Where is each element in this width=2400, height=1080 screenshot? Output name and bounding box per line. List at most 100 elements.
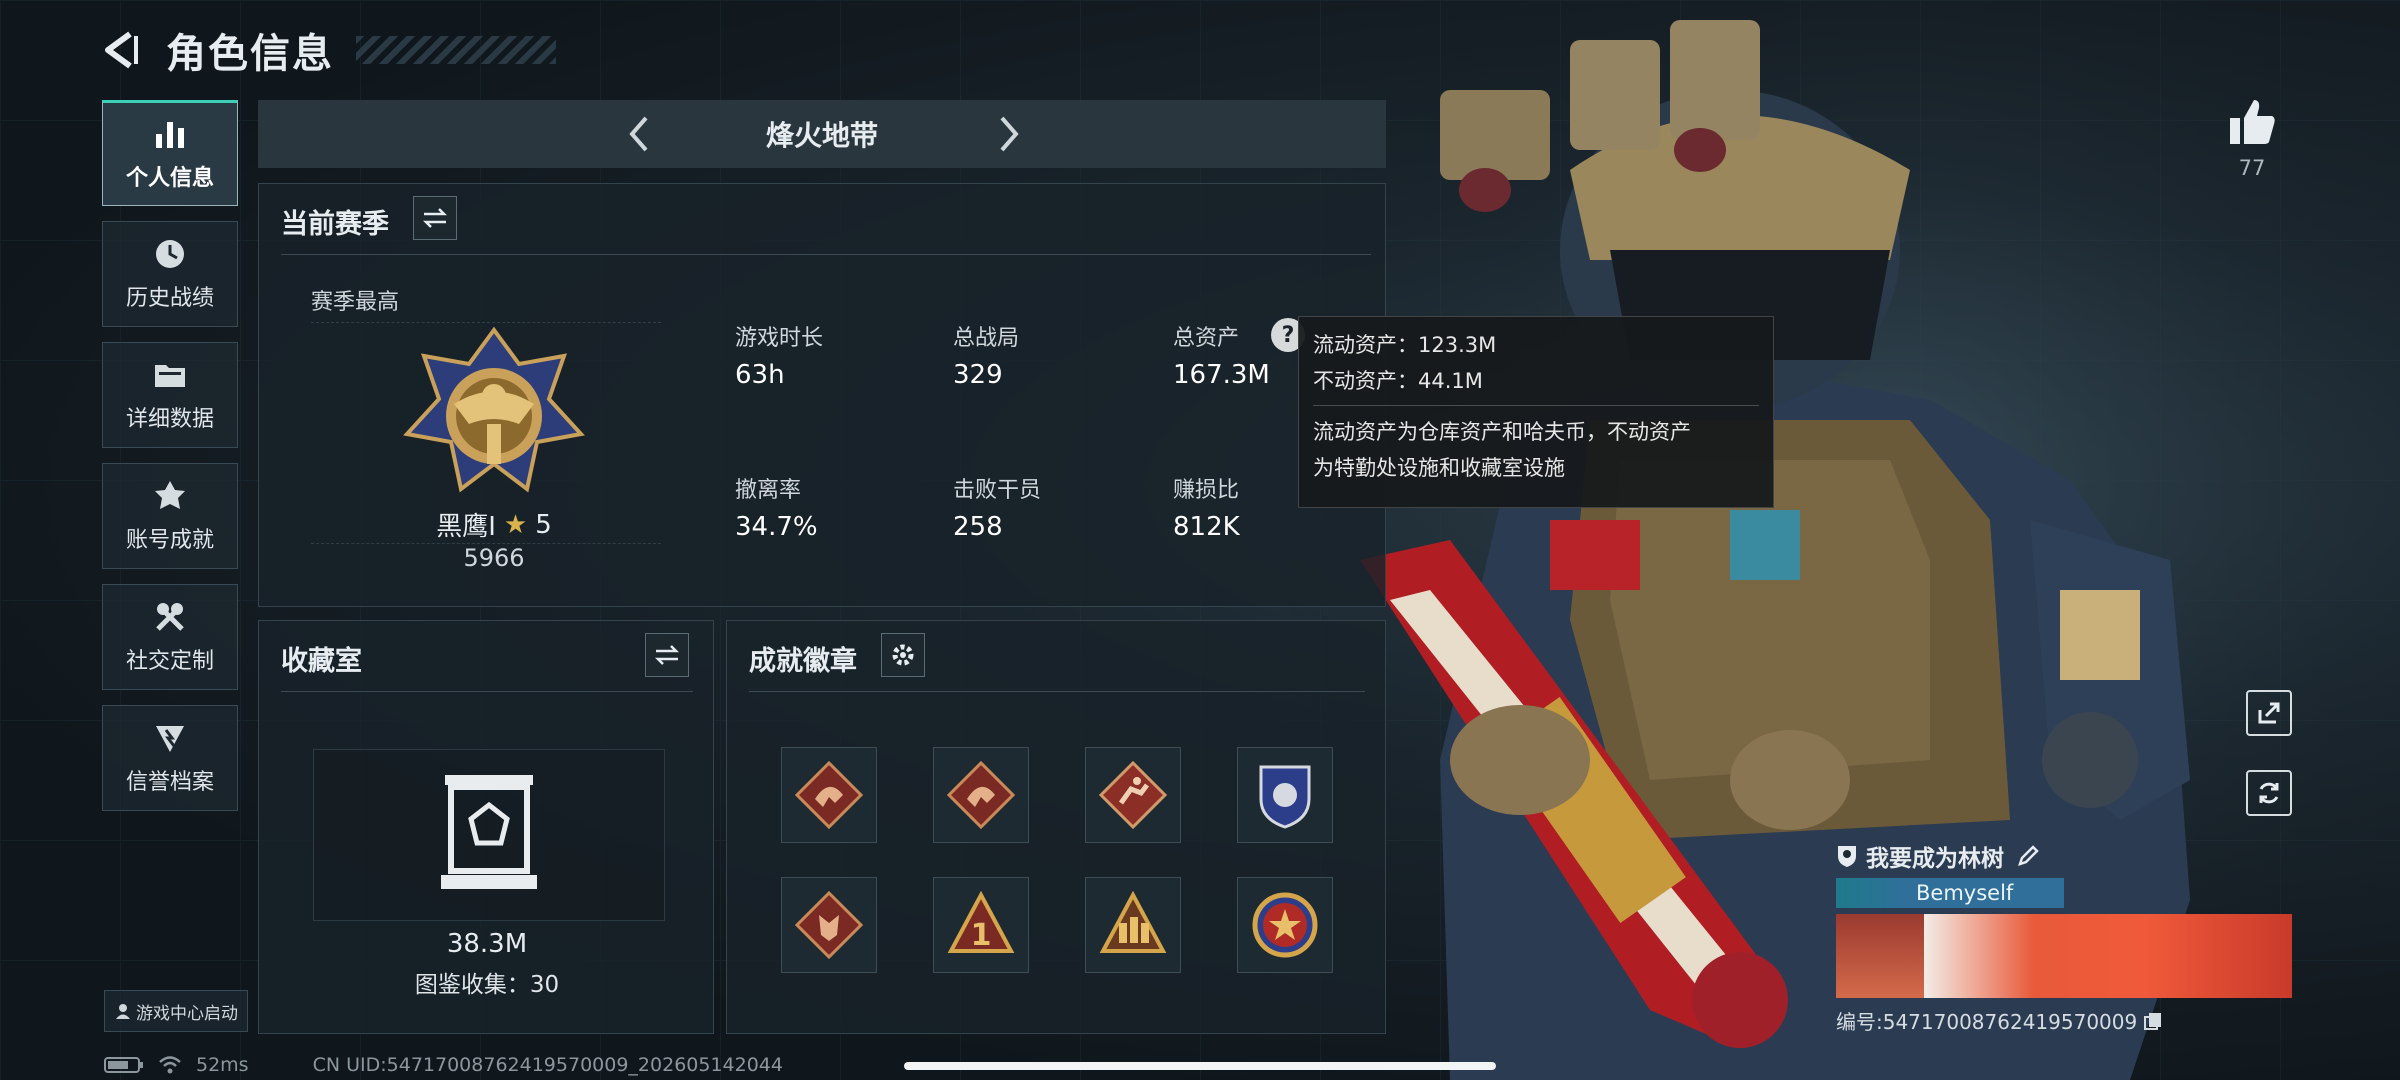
person-icon — [116, 1004, 130, 1019]
season-best-label: 赛季最高 — [311, 290, 400, 315]
dragon-badge-icon — [946, 760, 1016, 830]
nav-item-credit-file[interactable]: 信誉档案 — [102, 705, 238, 811]
squad-badge-icon — [1099, 890, 1167, 953]
stat-value: 329 — [953, 360, 1003, 390]
achievement-panel: 成就徽章 1 — [726, 620, 1386, 1034]
swap-season-button[interactable] — [413, 196, 457, 240]
section-title: 成就徽章 — [749, 646, 857, 677]
battery-icon — [104, 1057, 143, 1073]
share-button[interactable] — [2246, 690, 2292, 736]
chevron-right-icon[interactable] — [988, 114, 1028, 154]
copy-icon[interactable] — [2143, 1011, 2163, 1031]
mode-selector: 烽火地带 — [258, 100, 1386, 168]
achievement-badge[interactable] — [781, 877, 877, 973]
stat-label: 总战局 — [953, 326, 1020, 351]
game-center-button[interactable]: 游戏中心启动 — [104, 990, 248, 1032]
achievement-badge[interactable] — [1085, 877, 1181, 973]
rank-stars: 5 — [535, 509, 552, 540]
display-case-icon — [441, 775, 537, 889]
wifi-icon — [159, 1056, 181, 1074]
star-emblem-badge-icon — [1252, 892, 1318, 958]
svg-text:1: 1 — [971, 918, 992, 953]
nav-label: 账号成就 — [125, 528, 214, 553]
medal-icon — [155, 481, 185, 509]
player-card: 我要成为林树 Bemyself 编号:547170087624195700​09 — [1836, 838, 2292, 1038]
swap-arrows-icon — [654, 645, 680, 665]
gear-icon — [892, 644, 914, 666]
nav-label: 历史战绩 — [125, 286, 214, 311]
nav-label: 社交定制 — [125, 649, 214, 674]
nav-item-achievements[interactable]: 账号成就 — [102, 463, 238, 569]
back-arrow-icon[interactable] — [100, 28, 144, 72]
divider — [281, 254, 1371, 255]
thumbs-up-icon[interactable] — [2226, 96, 2278, 148]
stat-label: 游戏时长 — [735, 326, 824, 351]
folder-icon — [155, 365, 185, 387]
status-bar: 52ms CN UID:547170087624195700​09_202605… — [104, 1054, 783, 1076]
share-icon — [2258, 702, 2280, 724]
stat-label: 总资产 — [1173, 326, 1240, 351]
game-center-label: 游戏中心启动 — [136, 1003, 238, 1024]
achievement-badge[interactable] — [781, 747, 877, 843]
achievement-badge[interactable] — [1237, 877, 1333, 973]
runner-badge-icon — [1098, 760, 1168, 830]
collection-value: 38.3M — [446, 929, 528, 959]
nav-item-personal-info[interactable]: 个人信息 — [102, 100, 238, 206]
stat-value: 34.7% — [735, 512, 818, 542]
title-bar: 角色信息 — [100, 20, 556, 80]
nav-label: 信誉档案 — [125, 770, 214, 795]
chevron-left-icon[interactable] — [620, 114, 660, 154]
player-tag-banner: Bemyself — [1836, 878, 2064, 908]
home-indicator[interactable] — [904, 1062, 1496, 1070]
assets-tooltip: 流动资产：123.3M 不动资产：44.1M 流动资产为仓库资产和哈夫币，不动资… — [1298, 316, 1774, 508]
nav-item-social-custom[interactable]: 社交定制 — [102, 584, 238, 690]
player-name-row: 我要成为林树 — [1836, 838, 2292, 874]
tooltip-desc-line: 为特勤处设施和收藏室设施 — [1313, 456, 1565, 480]
like-count: 77 — [2238, 156, 2266, 180]
stat-label: 击败干员 — [953, 478, 1042, 503]
swap-arrows-icon — [422, 208, 448, 228]
rank-score: 5966 — [463, 544, 525, 572]
bar-chart-icon — [156, 122, 184, 148]
rank-emblem-icon — [403, 326, 585, 493]
rank-name: 黑鹰I — [436, 512, 496, 542]
shield-icon — [1838, 846, 1856, 867]
dragon-badge-icon — [794, 760, 864, 830]
side-nav: 个人信息 历史战绩 详细数据 账号成就 社交定制 信誉档案 — [102, 100, 240, 826]
achievement-settings-button[interactable] — [881, 633, 925, 677]
stat-value: 258 — [953, 512, 1003, 542]
nav-item-detailed-data[interactable]: 详细数据 — [102, 342, 238, 448]
player-id: 编号:547170087624195700​09 — [1836, 1010, 2138, 1034]
achievement-badge[interactable] — [1085, 747, 1181, 843]
stat-label: 赚损比 — [1173, 478, 1240, 503]
fixed-assets: 不动资产：44.1M — [1313, 369, 1483, 393]
uid-text: CN UID:547170087624195700​09_20260514204… — [312, 1054, 783, 1076]
divider — [281, 691, 693, 692]
edit-pencil-icon[interactable] — [2016, 844, 2040, 868]
operator-avatar[interactable] — [1836, 914, 1924, 998]
page-title: 角色信息 — [166, 31, 334, 77]
player-card-images — [1836, 914, 2292, 998]
catalog-count: 图鉴收集：30 — [414, 972, 560, 998]
nav-item-history[interactable]: 历史战绩 — [102, 221, 238, 327]
number-one-badge-icon: 1 — [947, 890, 1015, 953]
liquid-assets: 流动资产：123.3M — [1313, 333, 1497, 357]
clock-icon — [156, 240, 184, 268]
achievement-badge[interactable] — [1237, 747, 1333, 843]
tooltip-desc-line: 流动资产为仓库资产和哈夫币，不动资产 — [1313, 420, 1691, 444]
tooltip-divider — [1313, 405, 1759, 406]
nav-label: 详细数据 — [125, 407, 214, 432]
star-icon: ★ — [503, 509, 528, 540]
calling-card-banner[interactable] — [1923, 914, 2292, 998]
stat-label: 撤离率 — [735, 478, 802, 503]
achievement-badge[interactable] — [933, 747, 1029, 843]
player-id-row: 编号:547170087624195700​09 — [1836, 1006, 2292, 1035]
refresh-button[interactable] — [2246, 770, 2292, 816]
section-title: 收藏室 — [281, 646, 362, 677]
nav-label: 个人信息 — [125, 166, 214, 191]
achievement-badge[interactable]: 1 — [933, 877, 1029, 973]
stat-value: 812K — [1173, 512, 1240, 542]
swap-collection-button[interactable] — [645, 633, 689, 677]
mode-title: 烽火地带 — [765, 119, 878, 152]
player-tag: Bemyself — [1916, 881, 2014, 905]
